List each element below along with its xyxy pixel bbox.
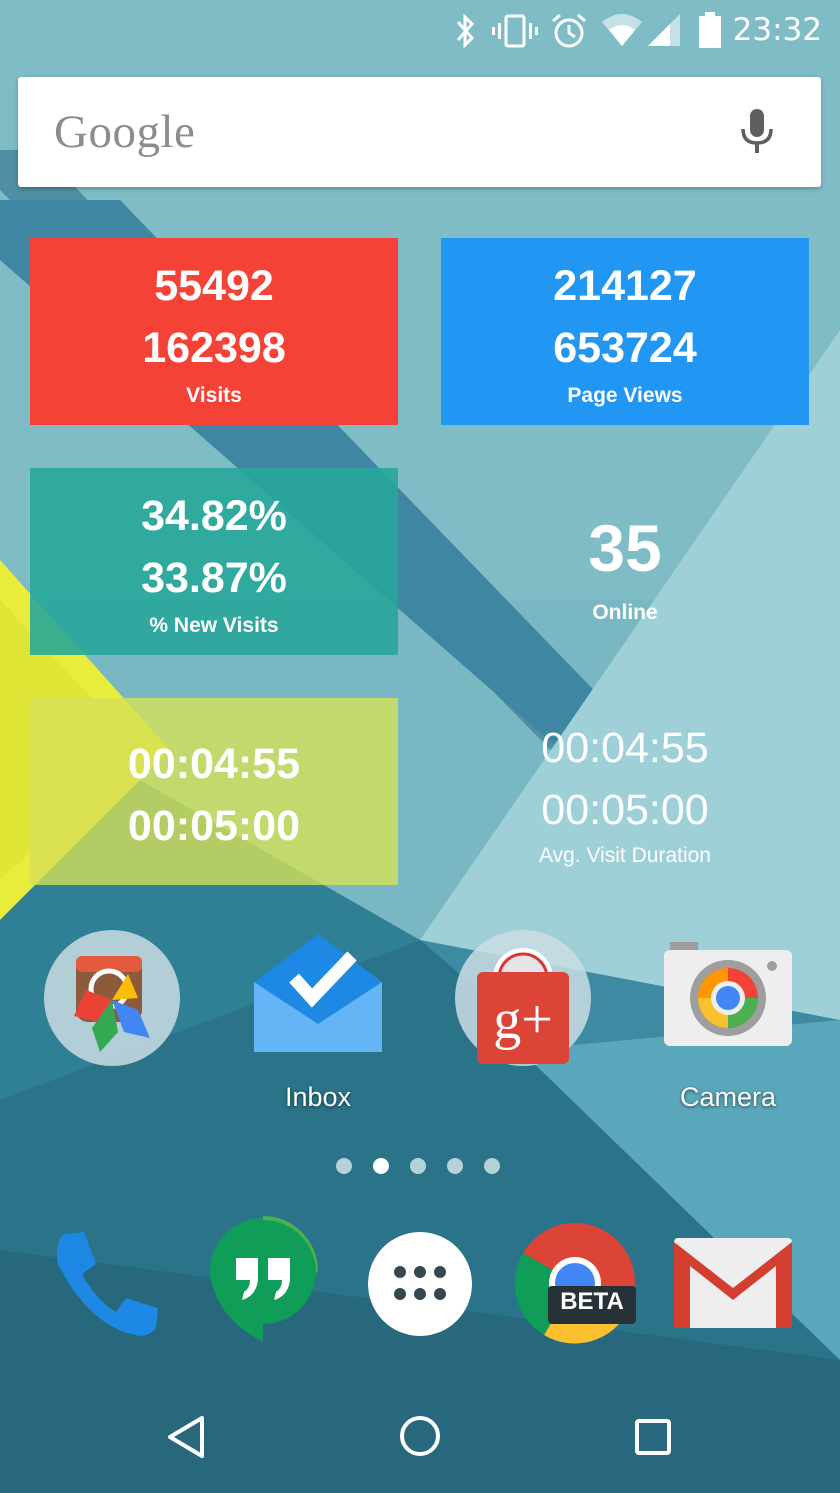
mic-icon[interactable]: [739, 107, 775, 157]
chrome-beta-badge: BETA: [560, 1288, 624, 1315]
google-plus-folder-icon: g+: [455, 930, 591, 1066]
avg-duration-label: Avg. Visit Duration: [539, 844, 711, 867]
page-dot-2-active[interactable]: [373, 1158, 389, 1174]
photos-folder[interactable]: [42, 928, 182, 1068]
phone-icon[interactable]: [50, 1228, 162, 1340]
recents-icon[interactable]: [634, 1418, 672, 1456]
vibrate-icon: [492, 14, 538, 48]
avg-duration-today: 00:04:55: [541, 724, 709, 772]
online-label: Online: [592, 601, 658, 624]
gmail-icon[interactable]: [672, 1236, 794, 1330]
google-search-bar[interactable]: Google: [18, 77, 821, 187]
visits-today: 55492: [154, 262, 274, 310]
battery-icon: [699, 12, 721, 48]
chrome-beta-app[interactable]: BETA: [514, 1222, 636, 1344]
chrome-beta-icon: [514, 1223, 636, 1344]
inbox-app[interactable]: Inbox: [252, 928, 384, 1128]
duration-widget-colored[interactable]: 00:04:55 00:05:00: [30, 698, 398, 885]
new-visits-label: % New Visits: [149, 614, 279, 637]
page-views-widget[interactable]: 214127 653724 Page Views: [441, 238, 809, 425]
navigation-bar: [0, 1380, 840, 1493]
camera-icon: [664, 942, 792, 1046]
page-dot-1[interactable]: [336, 1158, 352, 1174]
camera-app[interactable]: Camera: [662, 938, 794, 1128]
online-widget[interactable]: 35 Online: [441, 468, 809, 655]
duration-total: 00:05:00: [127, 802, 301, 850]
visits-label: Visits: [186, 384, 242, 407]
visits-total: 162398: [142, 324, 286, 372]
home-icon[interactable]: [398, 1414, 442, 1458]
camera-label: Camera: [679, 1082, 777, 1112]
wifi-icon: [602, 14, 642, 46]
page-dot-3[interactable]: [410, 1158, 426, 1174]
new-visits-total: 33.87%: [141, 554, 287, 602]
svg-text:g+: g+: [493, 989, 553, 1051]
page-views-label: Page Views: [567, 384, 683, 407]
page-dot-4[interactable]: [447, 1158, 463, 1174]
status-bar: 23:32: [0, 0, 840, 64]
avg-duration-total: 00:05:00: [541, 786, 709, 834]
duration-today: 00:04:55: [127, 740, 301, 788]
folder-icon: [44, 930, 180, 1066]
avg-visit-duration-widget[interactable]: 00:04:55 00:05:00 Avg. Visit Duration: [441, 698, 809, 885]
new-visits-today: 34.82%: [141, 492, 287, 540]
online-count: 35: [588, 511, 662, 585]
hangouts-icon[interactable]: [206, 1214, 320, 1344]
inbox-icon: [254, 934, 382, 1052]
page-dot-5[interactable]: [484, 1158, 500, 1174]
page-views-total: 653724: [553, 324, 697, 372]
app-drawer-icon[interactable]: [368, 1232, 472, 1336]
google-logo: Google: [54, 106, 196, 158]
signal-icon: [648, 14, 680, 46]
inbox-label: Inbox: [284, 1082, 352, 1112]
status-time: 23:32: [732, 12, 822, 48]
bluetooth-icon: [456, 13, 475, 49]
new-visits-widget[interactable]: 34.82% 33.87% % New Visits: [30, 468, 398, 655]
alarm-icon: [552, 13, 586, 48]
visits-widget[interactable]: 55492 162398 Visits: [30, 238, 398, 425]
back-icon[interactable]: [164, 1414, 208, 1460]
google-plus-folder[interactable]: g+: [453, 928, 593, 1068]
page-views-today: 214127: [553, 262, 697, 310]
